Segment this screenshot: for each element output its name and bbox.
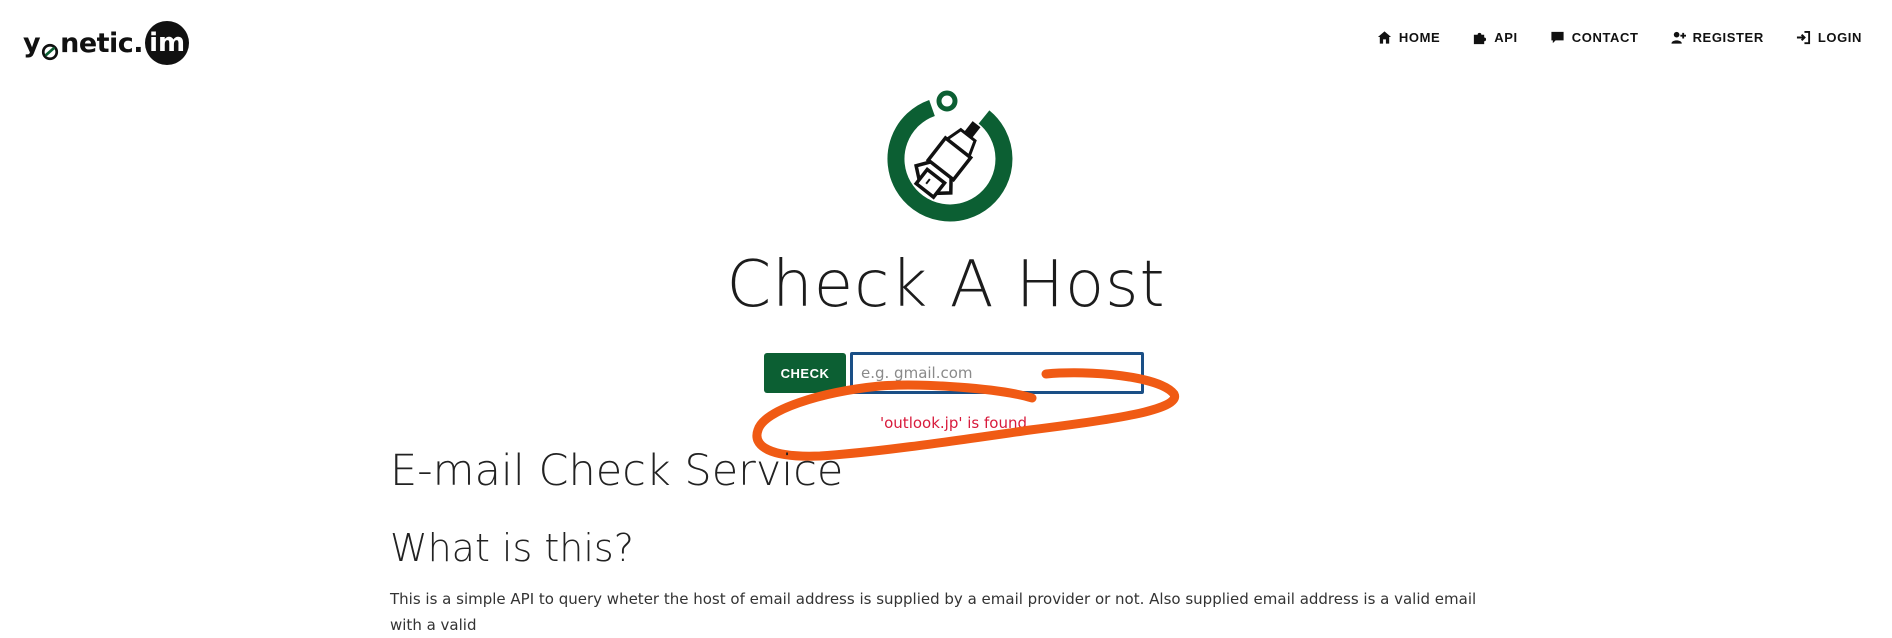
- check-button[interactable]: CHECK: [764, 353, 846, 393]
- nav-register[interactable]: REGISTER: [1671, 30, 1764, 45]
- nav-contact[interactable]: CONTACT: [1550, 30, 1639, 45]
- check-form: CHECK: [764, 352, 1144, 394]
- login-icon: [1796, 30, 1810, 45]
- logo-badge: im: [145, 21, 190, 65]
- main-nav: HOME API CONTACT REGISTER LOGIN: [1345, 30, 1862, 45]
- home-icon: [1377, 31, 1391, 44]
- result-message: 'outlook.jp' is found.: [880, 414, 1032, 432]
- nav-register-label: REGISTER: [1692, 30, 1764, 45]
- chat-icon: [1551, 31, 1564, 44]
- logo-wordmark: y netic.: [23, 27, 144, 61]
- user-plus-icon: [1671, 31, 1686, 44]
- nav-api-label: API: [1494, 30, 1518, 45]
- logo-text-end: netic.: [60, 27, 144, 59]
- puzzle-icon: [1474, 32, 1487, 45]
- nav-home[interactable]: HOME: [1377, 30, 1440, 45]
- brand-logo[interactable]: y netic. im: [23, 20, 190, 66]
- nav-login-label: LOGIN: [1817, 30, 1862, 45]
- nav-api[interactable]: API: [1472, 30, 1517, 45]
- description-text: This is a simple API to query wheter the…: [390, 590, 1477, 634]
- check-host-logo-icon: [887, 90, 1013, 222]
- nav-home-label: HOME: [1398, 30, 1441, 45]
- page-title: Check A Host: [726, 248, 1166, 322]
- logo-text-start: y: [23, 27, 41, 59]
- nav-contact-label: CONTACT: [1571, 30, 1639, 45]
- section-title: E-mail Check Service: [390, 446, 844, 496]
- power-icon: [41, 37, 59, 61]
- host-input[interactable]: [850, 352, 1144, 394]
- nav-login[interactable]: LOGIN: [1796, 30, 1862, 45]
- sub-title: What is this?: [390, 526, 634, 570]
